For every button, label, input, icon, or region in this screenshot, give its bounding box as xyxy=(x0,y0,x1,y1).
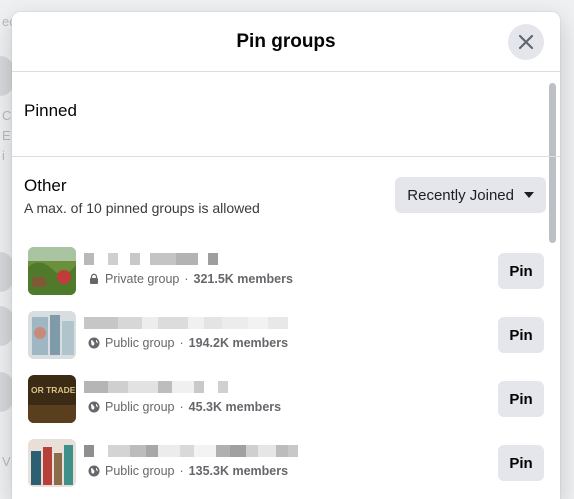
group-members: 194.2K members xyxy=(188,336,289,350)
group-thumbnail[interactable]: OR TRADE xyxy=(28,375,76,423)
sort-label: Recently Joined xyxy=(407,186,514,204)
lock-icon xyxy=(90,273,98,284)
globe-icon xyxy=(88,337,100,349)
sort-dropdown[interactable]: Recently Joined xyxy=(395,177,546,213)
background-text: i xyxy=(2,148,5,163)
group-thumbnail[interactable] xyxy=(28,439,76,487)
pin-limit-note: A max. of 10 pinned groups is allowed xyxy=(24,200,260,216)
group-photo xyxy=(28,439,76,487)
separator-dot: · xyxy=(179,336,184,350)
dialog-header: Pin groups xyxy=(12,12,560,72)
close-icon xyxy=(518,34,534,50)
pin-button[interactable]: Pin xyxy=(498,253,544,289)
background-text: V xyxy=(2,454,11,469)
background-text: E xyxy=(2,128,11,143)
group-privacy: Public group xyxy=(105,336,175,350)
group-name-obscured xyxy=(84,317,288,329)
group-privacy: Private group xyxy=(105,272,180,286)
group-photo: OR TRADE xyxy=(28,375,76,423)
pinned-section: Pinned xyxy=(12,73,560,157)
group-photo xyxy=(28,311,76,359)
group-privacy: Public group xyxy=(105,400,175,414)
group-meta: Private group · 321.5K members xyxy=(88,272,293,286)
group-meta: Public group · 45.3K members xyxy=(88,400,281,414)
pin-button[interactable]: Pin xyxy=(498,317,544,353)
pin-button[interactable]: Pin xyxy=(498,381,544,417)
group-name-obscured xyxy=(84,253,218,265)
dialog-title: Pin groups xyxy=(236,30,336,52)
group-meta: Public group · 135.3K members xyxy=(88,464,288,478)
group-row: Public group · 135.3K members Pin xyxy=(12,431,560,495)
group-photo xyxy=(28,247,76,295)
separator-dot: · xyxy=(184,272,189,286)
globe-icon xyxy=(88,401,100,413)
group-members: 45.3K members xyxy=(188,400,282,414)
group-thumbnail[interactable] xyxy=(28,247,76,295)
separator-dot: · xyxy=(179,400,184,414)
dialog-scroll-area[interactable]: Pinned Other A max. of 10 pinned groups … xyxy=(12,73,560,499)
group-row: OR TRADE Public group · 45.3K members Pi… xyxy=(12,367,560,431)
group-members: 321.5K members xyxy=(193,272,293,286)
group-row: Private group · 321.5K members Pin xyxy=(12,239,560,303)
group-row: Public group · 194.2K members Pin xyxy=(12,303,560,367)
pin-button[interactable]: Pin xyxy=(498,445,544,481)
other-heading: Other xyxy=(24,176,67,195)
group-name-obscured xyxy=(84,445,298,457)
group-name-obscured xyxy=(84,381,228,393)
group-members: 135.3K members xyxy=(188,464,289,478)
group-thumbnail[interactable] xyxy=(28,311,76,359)
group-privacy: Public group xyxy=(105,464,175,478)
close-button[interactable] xyxy=(508,24,544,60)
pin-groups-dialog: Pin groups Pinned Other A max. of 10 pin… xyxy=(12,12,560,499)
group-meta: Public group · 194.2K members xyxy=(88,336,288,350)
group-thumbnail-label: OR TRADE xyxy=(31,385,76,395)
pinned-heading: Pinned xyxy=(24,101,77,120)
separator-dot: · xyxy=(179,464,184,478)
globe-icon xyxy=(88,465,100,477)
background-text: C xyxy=(2,108,12,123)
other-section: Other A max. of 10 pinned groups is allo… xyxy=(12,157,560,227)
caret-down-icon xyxy=(524,192,534,198)
